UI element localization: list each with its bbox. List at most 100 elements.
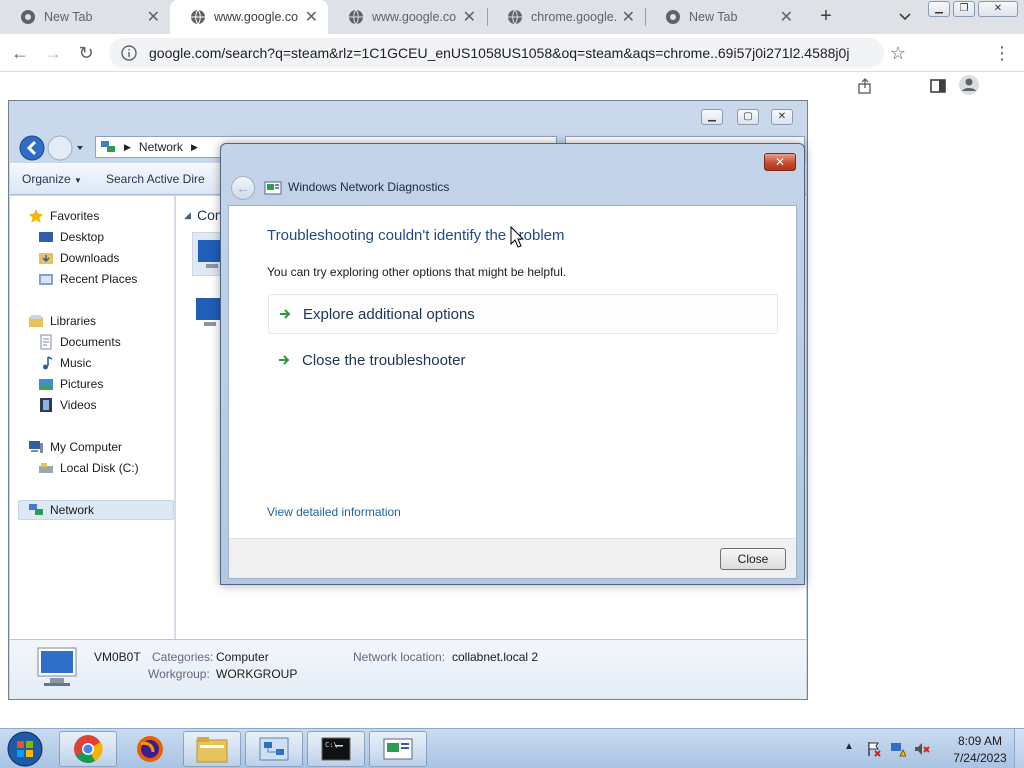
dialog-subtext: You can try exploring other options that… [267,265,567,279]
globe-icon [508,9,522,25]
dialog-back-button[interactable]: ← [231,176,255,200]
downloads-folder-icon [39,253,53,264]
share-icon[interactable] [856,77,874,95]
browser-minimize-button[interactable]: ▁ [928,1,950,17]
tab-google-active[interactable]: www.google.com ✕ [170,0,328,34]
browser-restore-button[interactable]: ❐ [953,1,975,17]
menu-kebab-icon[interactable]: ⋮ [990,41,1014,65]
side-panel-icon[interactable] [930,78,946,94]
taskbar-network-diagnostics[interactable] [369,731,427,767]
network-location-label: Network location: [353,650,446,664]
tab-search-chevron-icon[interactable] [895,6,915,26]
explorer-maximize-button[interactable]: ▢ [737,109,759,125]
nav-label: Network [50,503,95,517]
network-icon [29,504,43,515]
bookmark-star-icon[interactable]: ☆ [886,41,910,65]
volume-muted-icon[interactable] [914,741,930,757]
view-detailed-information-link[interactable]: View detailed information [267,505,401,519]
tab-close-icon[interactable]: ✕ [305,7,318,27]
tab-chrome-google[interactable]: chrome.google.co ✕ [487,0,645,34]
categories-value: Computer [216,650,269,664]
search-active-directory-button[interactable]: Search Active Dire [94,172,217,186]
back-arrow-icon[interactable]: ← [8,41,32,65]
clock-time[interactable]: 8:09 AM [950,734,1010,748]
explorer-close-button[interactable]: ✕ [771,109,793,125]
nav-label: Pictures [60,377,104,391]
close-troubleshooter-link[interactable]: Close the troubleshooter [268,340,778,380]
nav-music[interactable]: Music [38,355,91,371]
pictures-icon [39,379,53,390]
libraries-icon [29,315,43,327]
breadcrumb-arrow-icon[interactable]: ▶ [124,142,131,153]
tab-close-icon[interactable]: ✕ [147,7,160,27]
explorer-minimize-button[interactable]: ▁ [701,109,723,125]
nav-documents[interactable]: Documents [38,334,121,350]
navigation-pane: Favorites Desktop Downloads Recent Place… [10,196,175,639]
forward-arrow-icon[interactable]: → [41,41,65,65]
nav-libraries[interactable]: Libraries [28,313,96,329]
taskbar-explorer[interactable] [183,731,241,767]
network-diagnostics-icon [264,181,282,195]
tab-close-icon[interactable]: ✕ [780,7,793,27]
close-button[interactable]: Close [720,548,786,570]
address-bar[interactable]: google.com/search?q=steam&rlz=1C1GCEU_en… [109,38,884,68]
reload-icon[interactable]: ↻ [74,41,98,65]
taskbar-chrome[interactable] [59,731,117,767]
nav-pictures[interactable]: Pictures [38,376,103,392]
browser-toolbar: ← → ↻ google.com/search?q=steam&rlz=1C1G… [0,34,1024,95]
tab-new-tab-2[interactable]: New Tab ✕ [645,0,803,34]
breadcrumb-arrow-icon[interactable]: ▶ [191,142,198,153]
nav-my-computer[interactable]: My Computer [28,439,122,455]
network-location-value: collabnet.local 2 [452,650,539,664]
forward-circle-icon[interactable] [47,135,73,161]
tab-close-icon[interactable]: ✕ [463,7,476,27]
breadcrumb-network[interactable]: Network [139,140,183,154]
action-center-flag-icon[interactable] [866,741,882,757]
taskbar-network-connections[interactable] [245,731,303,767]
site-info-icon[interactable] [121,45,137,61]
back-circle-icon[interactable] [19,135,45,161]
tab-title: www.google.com [372,10,457,24]
new-tab-button[interactable]: + [814,5,838,29]
collapse-group-icon[interactable]: ◢ [184,210,191,221]
nav-downloads[interactable]: Downloads [38,250,119,266]
explore-options-label: Explore additional options [303,305,475,323]
drive-icon [39,463,53,473]
dialog-footer: Close [229,538,796,578]
nav-desktop[interactable]: Desktop [38,229,104,245]
nav-label: Local Disk (C:) [60,461,139,475]
folder-icon [196,737,228,763]
start-orb-icon[interactable] [4,730,46,768]
nav-videos[interactable]: Videos [38,397,96,413]
browser-close-button[interactable]: ✕ [978,1,1018,17]
explore-options-link[interactable]: Explore additional options [268,294,778,334]
nav-label: My Computer [50,440,123,454]
nav-local-disk[interactable]: Local Disk (C:) [38,460,139,476]
dialog-close-x-button[interactable]: ✕ [764,153,796,171]
nav-recent-places[interactable]: Recent Places [38,271,137,287]
taskbar: C:\ ▲ 8:09 AM 7/24/2023 [0,728,1024,768]
clock-date[interactable]: 7/24/2023 [950,751,1010,765]
tab-google-2[interactable]: www.google.com ✕ [328,0,486,34]
organize-menu[interactable]: Organize ▼ [10,172,94,186]
taskbar-command-prompt[interactable]: C:\ [307,731,365,767]
videos-filmstrip-icon [40,398,52,412]
nav-network[interactable]: Network [18,500,174,520]
desktop-icon [39,232,53,242]
explorer-titlebar [9,101,807,133]
show-desktop-button[interactable] [1014,729,1024,768]
close-troubleshooter-label: Close the troubleshooter [302,351,466,369]
network-warning-icon[interactable] [890,741,906,757]
show-hidden-icons-arrow-icon[interactable]: ▲ [844,741,854,752]
profile-avatar-icon[interactable] [958,74,980,96]
tab-close-icon[interactable]: ✕ [622,7,635,27]
taskbar-firefox[interactable] [121,731,179,767]
music-note-icon [43,356,53,370]
browser-tab-strip: New Tab ✕ www.google.com ✕ www.google.co… [0,0,1024,34]
tab-new-tab-1[interactable]: New Tab ✕ [0,0,170,34]
workgroup-label: Workgroup: [148,667,210,681]
url-text[interactable]: google.com/search?q=steam&rlz=1C1GCEU_en… [149,45,849,61]
nav-favorites[interactable]: Favorites [28,208,99,224]
recent-pages-chevron-icon[interactable] [75,143,85,153]
tab-title: New Tab [689,10,738,24]
